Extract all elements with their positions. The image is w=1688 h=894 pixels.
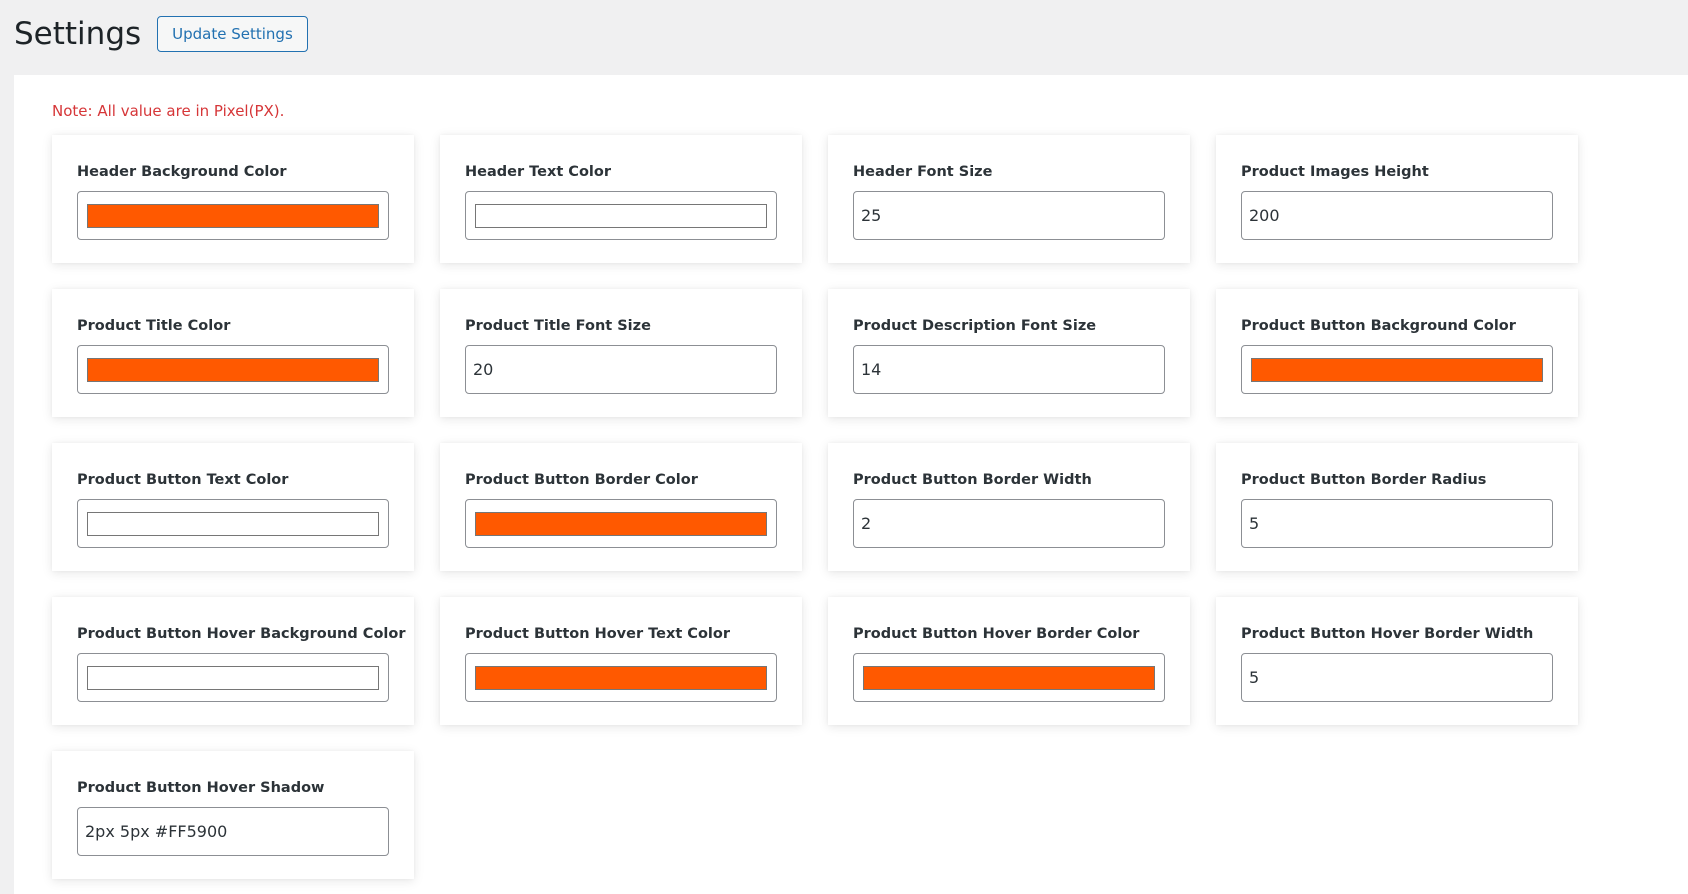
setting-label: Product Button Hover Border Width [1241, 626, 1534, 642]
product-button-border-radius-input[interactable] [1242, 500, 1552, 547]
setting-label: Product Button Text Color [77, 472, 289, 488]
setting-card-product-button-background-color: Product Button Background Color [1216, 289, 1578, 417]
setting-card-product-button-border-color: Product Button Border Color [440, 443, 802, 571]
product-button-border-radius-field[interactable] [1241, 499, 1553, 548]
header-text-color-color-picker[interactable] [465, 191, 777, 240]
product-description-font-size-input[interactable] [854, 346, 1164, 393]
product-button-hover-text-color-color-picker[interactable] [465, 653, 777, 702]
setting-label: Product Button Hover Shadow [77, 780, 325, 796]
color-swatch[interactable] [1251, 357, 1543, 382]
product-button-border-width-input[interactable] [854, 500, 1164, 547]
setting-card-product-button-border-radius: Product Button Border Radius [1216, 443, 1578, 571]
product-title-font-size-field[interactable] [465, 345, 777, 394]
setting-label: Product Title Color [77, 318, 231, 334]
settings-panel: Note: All value are in Pixel(PX). Header… [14, 75, 1688, 894]
product-button-background-color-color-picker[interactable] [1241, 345, 1553, 394]
setting-card-product-button-hover-border-color: Product Button Hover Border Color [828, 597, 1190, 725]
setting-card-header-background-color: Header Background Color [52, 135, 414, 263]
color-swatch[interactable] [87, 511, 379, 536]
setting-label: Product Button Border Color [465, 472, 698, 488]
setting-label: Product Button Background Color [1241, 318, 1516, 334]
setting-label: Header Font Size [853, 164, 993, 180]
page-header: Settings Update Settings [14, 14, 308, 54]
setting-card-product-button-hover-background-color: Product Button Hover Background Color [52, 597, 414, 725]
color-swatch[interactable] [475, 511, 767, 536]
update-settings-button[interactable]: Update Settings [157, 16, 308, 52]
setting-label: Product Button Hover Border Color [853, 626, 1140, 642]
setting-label: Product Button Hover Background Color [77, 626, 406, 642]
setting-label: Product Images Height [1241, 164, 1429, 180]
header-background-color-color-picker[interactable] [77, 191, 389, 240]
setting-card-product-title-font-size: Product Title Font Size [440, 289, 802, 417]
setting-card-product-title-color: Product Title Color [52, 289, 414, 417]
product-images-height-field[interactable] [1241, 191, 1553, 240]
product-button-border-width-field[interactable] [853, 499, 1165, 548]
product-button-hover-shadow-field[interactable] [77, 807, 389, 856]
setting-card-product-button-hover-shadow: Product Button Hover Shadow [52, 751, 414, 879]
setting-label: Product Button Hover Text Color [465, 626, 730, 642]
setting-label: Header Text Color [465, 164, 611, 180]
product-button-hover-shadow-input[interactable] [78, 808, 388, 855]
setting-card-product-button-hover-text-color: Product Button Hover Text Color [440, 597, 802, 725]
color-swatch[interactable] [87, 357, 379, 382]
setting-label: Product Button Border Radius [1241, 472, 1487, 488]
header-font-size-input[interactable] [854, 192, 1164, 239]
setting-card-product-button-text-color: Product Button Text Color [52, 443, 414, 571]
setting-card-product-button-hover-border-width: Product Button Hover Border Width [1216, 597, 1578, 725]
setting-card-product-button-border-width: Product Button Border Width [828, 443, 1190, 571]
color-swatch[interactable] [87, 203, 379, 228]
setting-card-product-description-font-size: Product Description Font Size [828, 289, 1190, 417]
page-title: Settings [14, 15, 142, 52]
color-swatch[interactable] [475, 203, 767, 228]
color-swatch[interactable] [863, 665, 1155, 690]
product-title-font-size-input[interactable] [466, 346, 776, 393]
setting-card-header-text-color: Header Text Color [440, 135, 802, 263]
settings-grid: Header Background Color Header Text Color… [52, 135, 1578, 879]
header-font-size-field[interactable] [853, 191, 1165, 240]
note-text: Note: All value are in Pixel(PX). [52, 102, 285, 120]
product-title-color-color-picker[interactable] [77, 345, 389, 394]
setting-label: Product Description Font Size [853, 318, 1097, 334]
setting-label: Product Title Font Size [465, 318, 651, 334]
product-button-hover-border-color-color-picker[interactable] [853, 653, 1165, 702]
setting-card-product-images-height: Product Images Height [1216, 135, 1578, 263]
product-description-font-size-field[interactable] [853, 345, 1165, 394]
product-button-text-color-color-picker[interactable] [77, 499, 389, 548]
color-swatch[interactable] [87, 665, 379, 690]
product-images-height-input[interactable] [1242, 192, 1552, 239]
product-button-hover-border-width-field[interactable] [1241, 653, 1553, 702]
setting-label: Product Button Border Width [853, 472, 1092, 488]
product-button-hover-background-color-color-picker[interactable] [77, 653, 389, 702]
setting-card-header-font-size: Header Font Size [828, 135, 1190, 263]
product-button-border-color-color-picker[interactable] [465, 499, 777, 548]
setting-label: Header Background Color [77, 164, 287, 180]
color-swatch[interactable] [475, 665, 767, 690]
product-button-hover-border-width-input[interactable] [1242, 654, 1552, 701]
